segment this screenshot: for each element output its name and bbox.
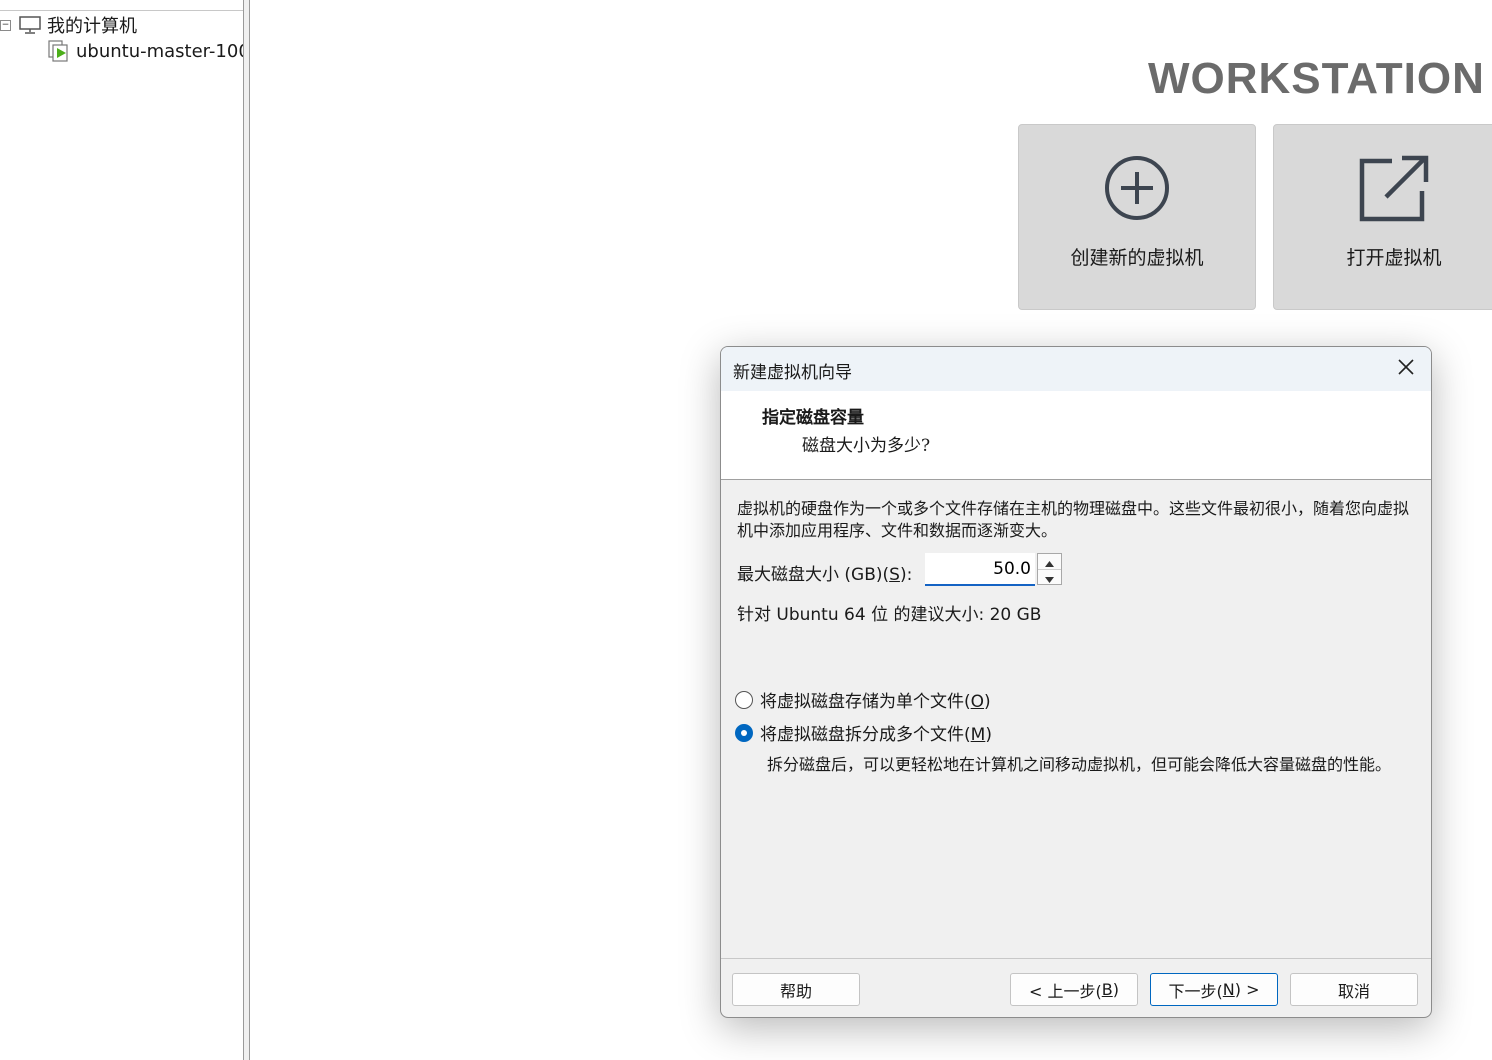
new-vm-wizard-dialog: 新建虚拟机向导 指定磁盘容量 磁盘大小为多少? 虚拟机的硬盘作为一个或多个文件存…	[720, 346, 1432, 1018]
help-button[interactable]: 帮助	[732, 973, 860, 1006]
cancel-button[interactable]: 取消	[1290, 973, 1418, 1006]
tree-item-vm[interactable]: ubuntu-master-100	[48, 39, 244, 63]
collapse-icon[interactable]: −	[0, 19, 11, 31]
close-button[interactable]	[1391, 354, 1421, 384]
radio-single-file[interactable]: 将虚拟磁盘存储为单个文件(O)	[735, 687, 991, 712]
radio-label: 将虚拟磁盘存储为单个文件(O)	[760, 692, 991, 712]
radio-unchecked-icon[interactable]	[735, 690, 753, 709]
wizard-step-title: 指定磁盘容量	[762, 408, 864, 428]
radio-label: 将虚拟磁盘拆分成多个文件(M)	[760, 725, 992, 745]
radio-split-files[interactable]: 将虚拟磁盘拆分成多个文件(M)	[735, 720, 992, 745]
wizard-header: 指定磁盘容量 磁盘大小为多少?	[721, 391, 1431, 480]
recommended-size-text: 针对 Ubuntu 64 位 的建议大小: 20 GB	[737, 605, 1042, 625]
close-icon	[1397, 358, 1415, 380]
spin-down-button[interactable]	[1038, 570, 1061, 585]
wizard-step-subtitle: 磁盘大小为多少?	[802, 436, 931, 456]
wizard-body: 虚拟机的硬盘作为一个或多个文件存储在主机的物理磁盘中。这些文件最初很小，随着您向…	[721, 480, 1431, 958]
product-title: WORKSTATION 1	[1148, 54, 1492, 103]
create-vm-tile[interactable]: 创建新的虚拟机	[1018, 124, 1256, 310]
vm-power-icon	[48, 40, 70, 62]
tree-item-my-computer[interactable]: − 我的计算机	[0, 13, 137, 37]
tree-item-label: 我的计算机	[47, 16, 137, 37]
disk-size-label: 最大磁盘大小 (GB)(S):	[737, 565, 913, 585]
radio-checked-icon[interactable]	[735, 723, 753, 742]
tile-label: 打开虚拟机	[1346, 247, 1442, 269]
arrow-down-icon	[1045, 568, 1054, 587]
plus-circle-icon	[1104, 155, 1170, 225]
next-button[interactable]: 下一步(N) >	[1150, 973, 1278, 1006]
monitor-icon	[19, 16, 41, 34]
panel-divider	[0, 10, 243, 11]
back-button[interactable]: < 上一步(B)	[1010, 973, 1138, 1006]
disk-size-input[interactable]	[925, 553, 1035, 586]
inventory-panel: − 我的计算机 ubuntu-master-100	[0, 0, 244, 1060]
disk-description: 虚拟机的硬盘作为一个或多个文件存储在主机的物理磁盘中。这些文件最初很小，随着您向…	[737, 499, 1410, 540]
dialog-titlebar[interactable]: 新建虚拟机向导	[721, 347, 1431, 391]
panel-splitter[interactable]	[244, 0, 250, 1060]
dialog-title: 新建虚拟机向导	[733, 363, 852, 383]
open-vm-tile[interactable]: 打开虚拟机	[1273, 124, 1492, 310]
wizard-footer: 帮助 < 上一步(B) 下一步(N) > 取消	[721, 958, 1431, 1017]
disk-size-spinner[interactable]	[1037, 553, 1062, 585]
open-external-icon	[1358, 155, 1430, 229]
tree-item-label: ubuntu-master-100	[76, 40, 244, 62]
tile-label: 创建新的虚拟机	[1070, 247, 1204, 269]
split-note: 拆分磁盘后，可以更轻松地在计算机之间移动虚拟机，但可能会降低大容量磁盘的性能。	[767, 755, 1392, 774]
